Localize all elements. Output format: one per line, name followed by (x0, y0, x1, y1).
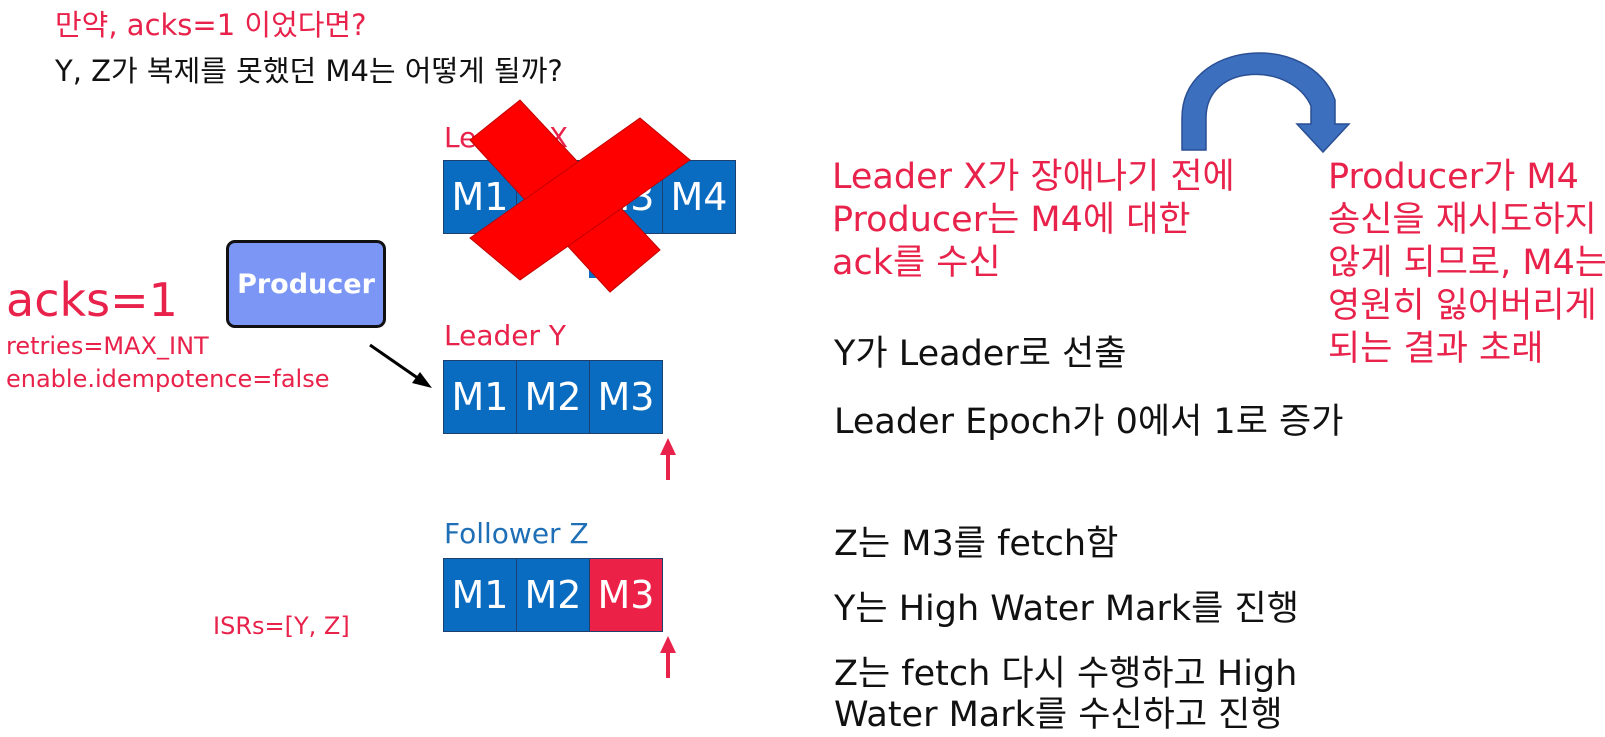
note-y-hwm: Y는 High Water Mark를 진행 (834, 589, 1299, 629)
note-y-elected: Y가 Leader로 선출 (834, 334, 1127, 374)
note-consequence-line-3: 않게 되므로, M4는 (1328, 243, 1605, 283)
producer-send-arrow-icon (369, 343, 432, 388)
note-consequence-line-2: 송신을 재시도하지 (1328, 200, 1597, 240)
failure-cross-icon (469, 99, 691, 293)
note-z-fetch: Z는 M3를 fetch함 (834, 524, 1119, 564)
hwm-arrow-z-icon (660, 636, 676, 678)
note-ack-received-line-3: ack를 수신 (832, 243, 1001, 283)
note-ack-received-line-1: Leader X가 장애나기 전에 (832, 157, 1235, 197)
note-consequence-line-4: 영원히 잃어버리게 (1328, 286, 1597, 326)
note-z-fetch-again-line-2: Water Mark를 수신하고 진행 (834, 695, 1283, 735)
note-consequence-line-1: Producer가 M4 (1328, 157, 1579, 197)
note-z-fetch-again-line-1: Z는 fetch 다시 수행하고 High (834, 654, 1298, 694)
note-ack-received-line-2: Producer는 M4에 대한 (832, 200, 1191, 240)
curved-arrow-icon (1181, 52, 1351, 154)
note-consequence-line-5: 되는 결과 초래 (1328, 329, 1544, 369)
note-epoch: Leader Epoch가 0에서 1로 증가 (834, 402, 1344, 442)
hwm-arrow-y-icon (660, 438, 676, 480)
